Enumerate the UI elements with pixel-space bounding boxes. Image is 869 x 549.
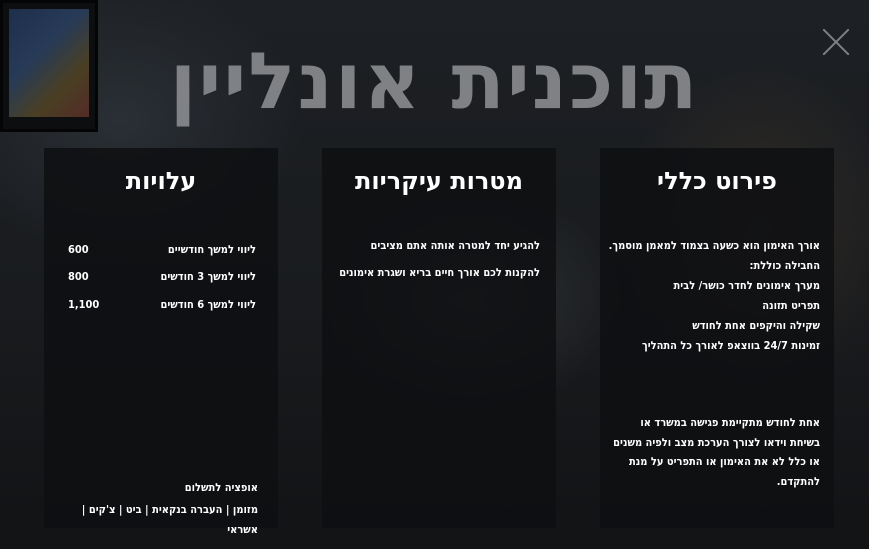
overview-panel: פירוט כללי אורך האימון הוא כשעה בצמוד למ… xyxy=(600,148,834,528)
payment-methods: מזומן | העברה בנקאית | ביט | צ'קים | אשר… xyxy=(81,503,258,536)
cost-row: ליווי למשך 3 חודשים 800 xyxy=(58,267,256,287)
overview-line: מערך אימונים לחדר כושר/ לבית xyxy=(673,279,821,292)
cost-price: 1,100 xyxy=(68,298,100,311)
cost-price: 800 xyxy=(68,270,89,283)
cost-label: ליווי למשך 6 חודשים xyxy=(160,298,256,311)
cost-label: ליווי למשך חודשיים xyxy=(167,243,256,256)
overview-line: אורך האימון הוא כשעה בצמוד למאמן מוסמך. xyxy=(608,239,820,252)
overview-line: החבילה כוללת: xyxy=(749,259,820,272)
goal-item: להגיע יחד למטרה אותה אתם מציבים xyxy=(370,239,540,252)
payment-title: אופציה לתשלום xyxy=(184,481,258,494)
overview-list: אורך האימון הוא כשעה בצמוד למאמן מוסמך. … xyxy=(606,236,820,356)
overview-line: תפריט תזונה xyxy=(762,299,820,312)
cost-row: ליווי למשך 6 חודשים 1,100 xyxy=(58,295,256,315)
close-icon[interactable] xyxy=(822,28,850,56)
costs-heading: עלויות xyxy=(125,167,197,195)
page-title: תוכנית אונליין xyxy=(169,37,700,127)
goals-panel: מטרות עיקריות להגיע יחד למטרה אותה אתם מ… xyxy=(322,148,556,528)
costs-panel: עלויות ליווי למשך חודשיים 600 ליווי למשך… xyxy=(44,148,278,536)
cost-row: ליווי למשך חודשיים 600 xyxy=(58,240,256,260)
overview-heading: פירוט כללי xyxy=(657,167,777,195)
overview-line: שקילה והיקפים אחת לחודש xyxy=(692,319,820,332)
overview-paragraph: אחת לחודש מתקיימת פגישה במשרד או בשיחת ו… xyxy=(613,416,820,488)
goal-item: להקנות לכם אורך חיים בריא ושגרת אימונים xyxy=(339,266,540,279)
goals-heading: מטרות עיקריות xyxy=(355,167,523,195)
overview-line: זמינות 24/7 בווצאפ לאורך כל התהליך xyxy=(641,339,820,352)
cost-price: 600 xyxy=(68,243,89,256)
cost-label: ליווי למשך 3 חודשים xyxy=(160,270,256,283)
